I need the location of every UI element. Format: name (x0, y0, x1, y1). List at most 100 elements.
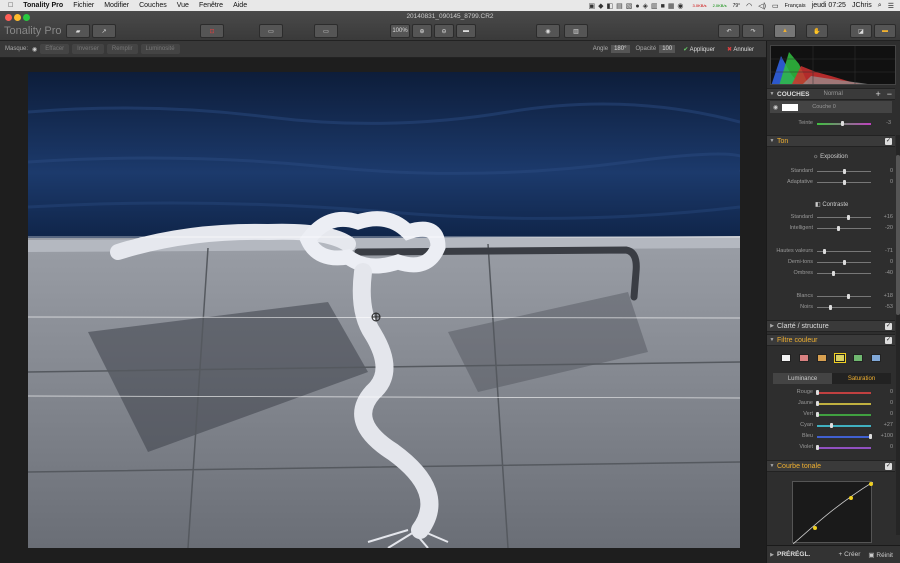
slider-track[interactable] (817, 403, 871, 405)
histogram-toggle-button[interactable]: ▲ (774, 24, 796, 38)
slider-track[interactable] (817, 217, 871, 218)
mask-luminosity-button[interactable]: Luminosité (140, 44, 180, 54)
teinte-slider[interactable] (817, 123, 871, 125)
slider-track[interactable] (817, 273, 871, 274)
tone-section-header[interactable]: ▼ Ton ✓ (767, 135, 895, 147)
slider-thumb[interactable] (816, 412, 819, 417)
color-swatch[interactable] (834, 353, 846, 363)
clarity-section-header[interactable]: ▶ Clarté / structure ✓ (767, 320, 895, 332)
slider-thumb[interactable] (842, 180, 846, 185)
tone-enable-checkbox[interactable]: ✓ (885, 138, 892, 145)
panel-scrollbar-thumb[interactable] (896, 155, 900, 315)
layers-section-header[interactable]: ▼ COUCHES Normal + − (767, 88, 895, 100)
slider-thumb[interactable] (828, 305, 832, 310)
slider-thumb[interactable] (837, 226, 841, 231)
slider-thumb[interactable] (842, 169, 846, 174)
search-icon[interactable]: ⌕ (878, 2, 882, 10)
mask-tool-button[interactable]: ⊡ (200, 24, 224, 38)
temperature[interactable]: 79° (733, 3, 741, 9)
compare-button[interactable]: ▭ (259, 24, 283, 38)
color-swatch[interactable] (799, 354, 809, 362)
color-filter-section-header[interactable]: ▼ Filtre couleur ✓ (767, 334, 895, 346)
battery-icon[interactable]: ▭ (772, 2, 779, 10)
slider-thumb[interactable] (816, 445, 819, 450)
clarity-enable-checkbox[interactable]: ✓ (885, 323, 892, 330)
teinte-slider-thumb[interactable] (841, 121, 844, 126)
tone-curve-enable-checkbox[interactable]: ✓ (885, 463, 892, 470)
slider-track[interactable] (817, 228, 871, 229)
image-canvas[interactable] (0, 58, 766, 563)
angle-input[interactable]: 180° (611, 45, 630, 53)
remove-layer-button[interactable]: − (887, 89, 892, 99)
slider-track[interactable] (817, 392, 871, 394)
zoom-out-button[interactable]: ⊖ (434, 24, 454, 38)
split-view-button[interactable]: ▥ (564, 24, 588, 38)
blend-mode-select[interactable]: Normal (824, 91, 843, 97)
zoom-in-button[interactable]: ⊕ (412, 24, 432, 38)
cancel-button[interactable]: ✖ Annuler (727, 46, 754, 53)
opacity-input[interactable]: 100 (659, 45, 676, 53)
view-button[interactable]: ▭ (314, 24, 338, 38)
reset-button[interactable]: ▣ Réinit (868, 551, 893, 559)
menu-aide[interactable]: Aide (233, 2, 247, 9)
slider-track[interactable] (817, 425, 871, 427)
zoom-level[interactable]: 100% (390, 24, 410, 38)
tab-saturation[interactable]: Saturation (832, 373, 891, 384)
mask-fill-button[interactable]: Remplir (106, 44, 138, 54)
color-swatch[interactable] (853, 354, 863, 362)
apply-button[interactable]: ✔ Appliquer (683, 46, 715, 53)
status-icons[interactable]: ▣◆◧▤▧●◈▥■▦◉ (589, 2, 687, 10)
color-swatch[interactable] (817, 354, 827, 362)
slider-track[interactable] (817, 436, 871, 438)
fit-button[interactable]: ▬ (456, 24, 476, 38)
undo-button[interactable]: ↶ (718, 24, 740, 38)
hand-tool-button[interactable]: ✋ (806, 24, 828, 38)
slider-track[interactable] (817, 447, 871, 449)
menu-fichier[interactable]: Fichier (73, 2, 94, 9)
preview-button[interactable]: ◉ (536, 24, 560, 38)
color-swatch[interactable] (781, 354, 791, 362)
mask-erase-button[interactable]: Effacer (40, 44, 70, 54)
language-menu[interactable]: Français (785, 3, 806, 9)
open-file-button[interactable]: ▰ (66, 24, 90, 38)
slider-thumb[interactable] (842, 260, 846, 265)
slider-thumb[interactable] (847, 294, 851, 299)
create-preset-button[interactable]: + Créer (839, 551, 861, 558)
apple-icon[interactable]:  (8, 2, 13, 9)
add-layer-button[interactable]: + (875, 89, 880, 99)
tab-luminance[interactable]: Luminance (773, 373, 832, 384)
slider-thumb[interactable] (831, 271, 835, 276)
slider-thumb[interactable] (823, 249, 827, 254)
slider-thumb[interactable] (846, 215, 850, 220)
color-filter-enable-checkbox[interactable]: ✓ (885, 337, 892, 344)
menu-app-name[interactable]: Tonality Pro (23, 2, 63, 9)
menu-fenetre[interactable]: Fenêtre (199, 2, 223, 9)
user-menu[interactable]: JChris (852, 2, 872, 9)
color-swatch[interactable] (871, 354, 881, 362)
slider-thumb[interactable] (869, 434, 872, 439)
layers-tool-button[interactable]: ▬ (874, 24, 896, 38)
tone-curve-editor[interactable] (792, 481, 874, 545)
notifications-icon[interactable]: ☰ (888, 2, 894, 10)
redo-button[interactable]: ↷ (742, 24, 764, 38)
wifi-icon[interactable]: ◠ (746, 2, 752, 10)
eraser-tool-button[interactable]: ◪ (850, 24, 872, 38)
mask-eye-icon[interactable]: ◉ (32, 46, 37, 53)
slider-track[interactable] (817, 414, 871, 416)
mask-invert-button[interactable]: Inverser (72, 44, 104, 54)
photo[interactable] (28, 72, 740, 548)
slider-thumb[interactable] (816, 401, 819, 406)
slider-thumb[interactable] (816, 390, 819, 395)
slider-thumb[interactable] (830, 423, 834, 428)
clock[interactable]: jeudi 07:25 (812, 2, 846, 9)
volume-icon[interactable]: ◁) (758, 2, 766, 10)
layer-row[interactable]: ◉ Couche 0 (770, 101, 892, 113)
menu-couches[interactable]: Couches (139, 2, 167, 9)
slider-track[interactable] (817, 307, 871, 308)
tone-curve-section-header[interactable]: ▼ Courbe tonale ✓ (767, 460, 895, 472)
slider-track[interactable] (817, 296, 871, 297)
menu-vue[interactable]: Vue (177, 2, 189, 9)
share-button[interactable]: ↗ (92, 24, 116, 38)
menu-modifier[interactable]: Modifier (104, 2, 129, 9)
layer-visibility-icon[interactable]: ◉ (773, 104, 778, 111)
